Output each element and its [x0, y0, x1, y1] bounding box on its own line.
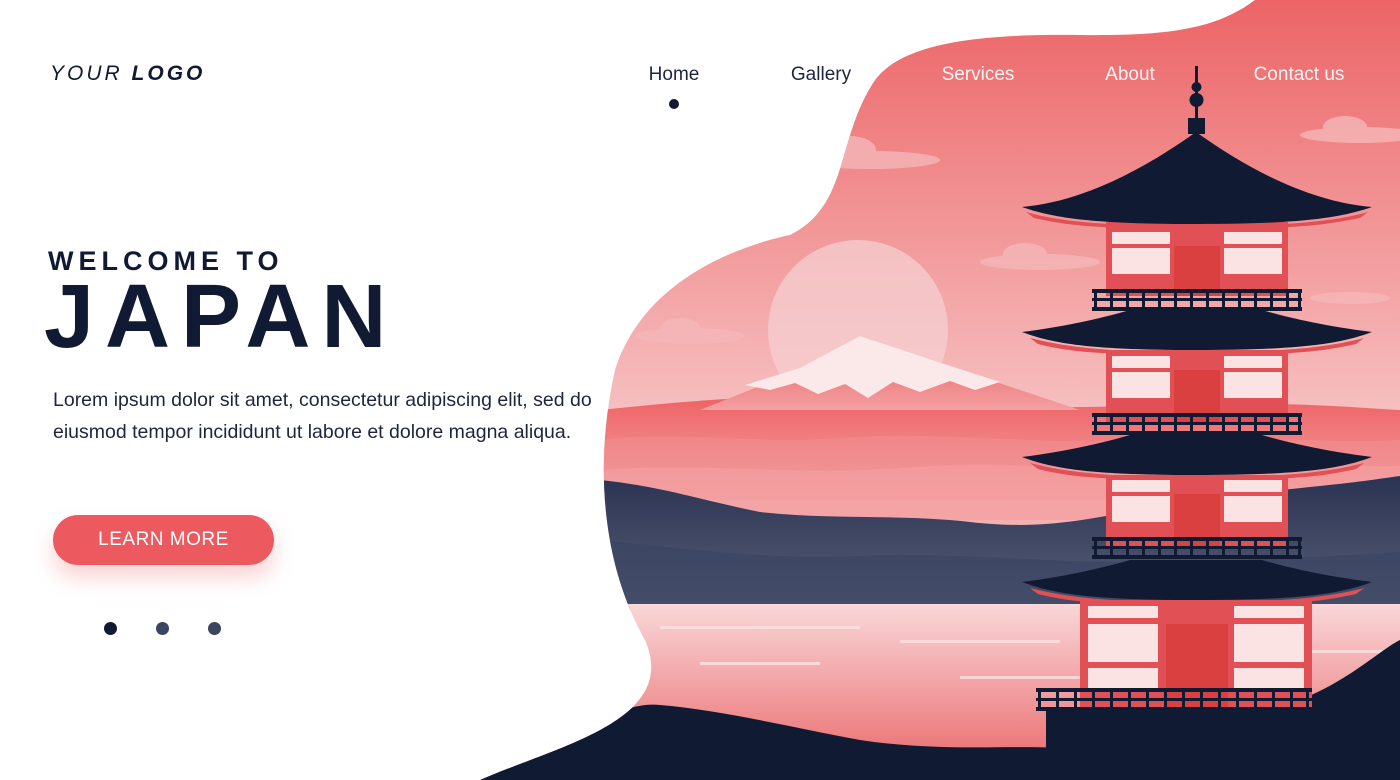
main-nav: Home Gallery Services About Contact us — [0, 64, 1400, 94]
carousel-dots — [104, 622, 234, 636]
carousel-dot-3[interactable] — [208, 622, 221, 635]
nav-active-indicator — [669, 99, 679, 109]
nav-link-gallery[interactable]: Gallery — [791, 64, 851, 86]
hero-title: JAPAN — [44, 267, 398, 367]
hero-description: Lorem ipsum dolor sit amet, consectetur … — [53, 389, 592, 443]
learn-more-button[interactable]: LEARN MORE — [53, 515, 274, 565]
carousel-dot-1[interactable] — [104, 622, 117, 635]
carousel-dot-2[interactable] — [156, 622, 169, 635]
nav-link-about[interactable]: About — [1105, 64, 1155, 86]
nav-link-services[interactable]: Services — [942, 64, 1015, 86]
nav-link-home[interactable]: Home — [649, 64, 700, 86]
nav-link-contact[interactable]: Contact us — [1254, 64, 1345, 86]
